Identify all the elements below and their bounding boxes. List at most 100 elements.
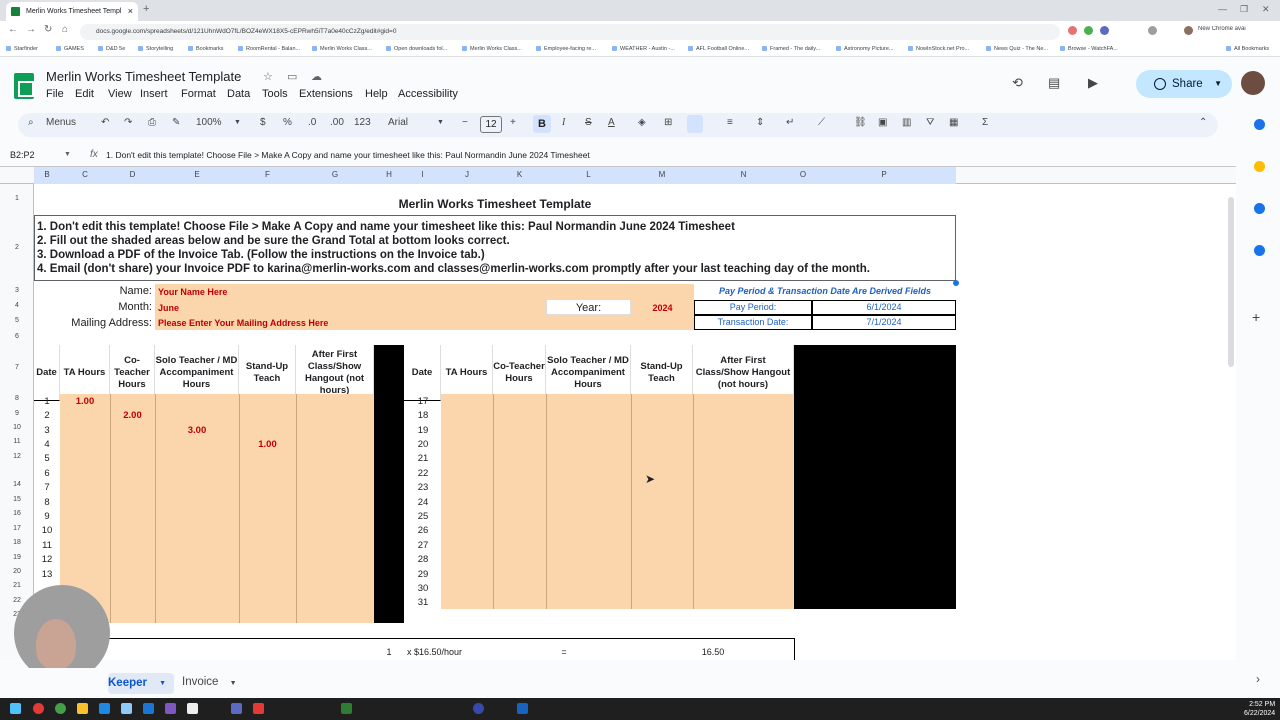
extension-icon[interactable] bbox=[1068, 26, 1077, 35]
year-value[interactable]: 2024 bbox=[631, 303, 694, 313]
minimize-icon[interactable]: — bbox=[1218, 4, 1227, 14]
bookmark[interactable]: Merlin Works Class... bbox=[462, 46, 522, 52]
menu-view[interactable]: View bbox=[108, 88, 132, 100]
col-m[interactable]: M bbox=[631, 170, 693, 179]
date-cell[interactable]: 24 bbox=[410, 497, 436, 508]
decrease-font-icon[interactable]: − bbox=[462, 117, 468, 128]
col-b[interactable]: B bbox=[34, 170, 60, 179]
link-icon[interactable]: ⛓ bbox=[854, 117, 867, 128]
comment-icon[interactable]: ▣ bbox=[878, 117, 887, 128]
update-badge[interactable]: New Chrome available bbox=[1198, 26, 1246, 32]
menu-tools[interactable]: Tools bbox=[262, 88, 288, 100]
tasks-icon[interactable] bbox=[1254, 203, 1265, 214]
row-header[interactable]: 12 bbox=[0, 453, 34, 460]
col-l[interactable]: L bbox=[546, 170, 631, 179]
extension-icon[interactable] bbox=[1084, 26, 1093, 35]
chevron-down-icon[interactable]: ▼ bbox=[1214, 70, 1222, 98]
col-h[interactable]: H bbox=[374, 170, 404, 179]
bookmark[interactable]: News Quiz - The Ne... bbox=[986, 46, 1048, 52]
italic-button[interactable]: I bbox=[562, 117, 565, 128]
bookmark[interactable]: Starfinder bbox=[6, 46, 38, 52]
date-cell[interactable]: 6 bbox=[34, 468, 60, 479]
date-cell[interactable]: 30 bbox=[410, 583, 436, 594]
bookmark[interactable]: Astronomy Picture... bbox=[836, 46, 894, 52]
bookmark[interactable]: Browse - WatchFA... bbox=[1060, 46, 1118, 52]
add-addon-icon[interactable]: + bbox=[1252, 309, 1260, 325]
bookmark[interactable]: GAMES bbox=[56, 46, 84, 52]
app-icon[interactable] bbox=[517, 703, 528, 714]
menu-help[interactable]: Help bbox=[365, 88, 388, 100]
reload-icon[interactable]: ↻ bbox=[44, 24, 52, 35]
col-g[interactable]: G bbox=[296, 170, 374, 179]
row-header[interactable]: 6 bbox=[0, 333, 34, 340]
date-cell[interactable]: 3 bbox=[34, 425, 60, 436]
chevron-down-icon[interactable]: ▼ bbox=[234, 119, 241, 126]
summary-total[interactable]: 16.50 bbox=[693, 647, 733, 657]
menu-insert[interactable]: Insert bbox=[140, 88, 168, 100]
row-header[interactable]: 1 bbox=[0, 195, 34, 202]
sheet-tab-keeper[interactable]: Keeper ▼ bbox=[108, 673, 174, 694]
currency-format[interactable]: $ bbox=[260, 117, 266, 128]
filter-views-icon[interactable]: ▦ bbox=[949, 117, 958, 128]
menu-data[interactable]: Data bbox=[227, 88, 250, 100]
date-cell[interactable]: 18 bbox=[410, 410, 436, 421]
version-history-icon[interactable]: ⟲ bbox=[1012, 75, 1023, 91]
row-header[interactable]: 16 bbox=[0, 510, 34, 517]
date-cell[interactable]: 26 bbox=[410, 525, 436, 536]
date-cell[interactable]: 10 bbox=[34, 525, 60, 536]
explorer-icon[interactable] bbox=[77, 703, 88, 714]
zoom-select[interactable]: 100% bbox=[196, 117, 222, 128]
chrome-icon[interactable] bbox=[55, 703, 66, 714]
name-field-bg[interactable] bbox=[155, 284, 694, 299]
date-cell[interactable]: 27 bbox=[410, 540, 436, 551]
date-cell[interactable]: 7 bbox=[34, 482, 60, 493]
co-teacher-value[interactable]: 2.00 bbox=[110, 410, 155, 421]
align-vertical-icon[interactable]: ⇕ bbox=[756, 117, 764, 128]
strikethrough-icon[interactable]: S bbox=[585, 117, 592, 128]
col-f[interactable]: F bbox=[239, 170, 296, 179]
row-header[interactable]: 15 bbox=[0, 496, 34, 503]
increase-font-icon[interactable]: + bbox=[510, 117, 516, 128]
app-icon[interactable] bbox=[99, 703, 110, 714]
menu-extensions[interactable]: Extensions bbox=[299, 88, 353, 100]
text-rotation-icon[interactable]: ⟋ bbox=[818, 117, 825, 128]
mailing-value[interactable]: Please Enter Your Mailing Address Here bbox=[158, 318, 328, 328]
sheets-logo-icon[interactable] bbox=[14, 73, 34, 99]
date-cell[interactable]: 28 bbox=[410, 554, 436, 565]
row-header[interactable]: 14 bbox=[0, 481, 34, 488]
month-value[interactable]: June bbox=[158, 303, 179, 313]
url-field[interactable]: docs.google.com/spreadsheets/d/121UhnWdO… bbox=[80, 24, 1060, 40]
print-icon[interactable]: ⎙ bbox=[148, 117, 156, 128]
col-j[interactable]: J bbox=[441, 170, 493, 179]
date-cell[interactable]: 23 bbox=[410, 482, 436, 493]
month-field-bg[interactable] bbox=[155, 299, 546, 315]
vertical-scrollbar[interactable] bbox=[1228, 197, 1234, 367]
avatar[interactable] bbox=[1241, 71, 1265, 95]
start-icon[interactable] bbox=[10, 703, 21, 714]
font-size-input[interactable]: 12 bbox=[480, 116, 502, 133]
app-icon[interactable] bbox=[33, 703, 44, 714]
stand-up-value[interactable]: 1.00 bbox=[239, 439, 296, 450]
share-button[interactable]: Share ▼ bbox=[1136, 70, 1232, 98]
text-color-icon[interactable]: A bbox=[608, 117, 615, 128]
text-wrap-icon[interactable]: ↵ bbox=[786, 117, 794, 128]
col-e[interactable]: E bbox=[155, 170, 239, 179]
date-cell[interactable]: 8 bbox=[34, 497, 60, 508]
app-icon[interactable] bbox=[143, 703, 154, 714]
row-header[interactable]: 21 bbox=[0, 582, 34, 589]
date-cell[interactable]: 1 bbox=[34, 396, 60, 407]
browser-tab[interactable]: Merlin Works Timesheet Templ × bbox=[6, 2, 138, 21]
chevron-down-icon[interactable]: ▼ bbox=[437, 119, 444, 126]
font-select[interactable]: Arial bbox=[388, 117, 408, 128]
date-cell[interactable]: 21 bbox=[410, 453, 436, 464]
merge-cells-icon[interactable] bbox=[687, 115, 703, 133]
keep-icon[interactable] bbox=[1254, 161, 1265, 172]
date-cell[interactable]: 11 bbox=[34, 540, 60, 551]
fill-color-icon[interactable]: ◈ bbox=[638, 117, 646, 128]
col-i[interactable]: I bbox=[404, 170, 441, 179]
contacts-icon[interactable] bbox=[1254, 245, 1265, 256]
close-tab-icon[interactable]: × bbox=[128, 2, 133, 21]
forward-icon[interactable]: → bbox=[26, 24, 36, 35]
bookmark[interactable]: AFL Football Online... bbox=[688, 46, 749, 52]
row-header[interactable]: 19 bbox=[0, 554, 34, 561]
